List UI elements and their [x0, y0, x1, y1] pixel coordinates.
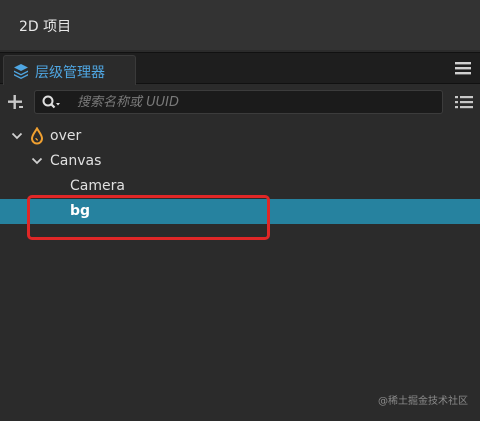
tree-node-over[interactable]: over [0, 124, 480, 149]
list-view-icon[interactable] [454, 93, 474, 111]
tab-hierarchy[interactable]: 层级管理器 [3, 55, 136, 85]
chevron-down-icon[interactable] [31, 156, 43, 166]
tree-node-label: Camera [70, 178, 125, 194]
tree-node-label: Canvas [50, 153, 102, 169]
hierarchy-toolbar [0, 85, 480, 119]
add-node-icon[interactable] [6, 93, 24, 111]
watermark: @稀土掘金技术社区 [378, 396, 468, 407]
tab-label: 层级管理器 [35, 65, 105, 81]
tree-node-label: over [50, 128, 82, 144]
layers-icon [14, 64, 28, 79]
annotation-highlight-box [27, 195, 270, 240]
search-icon[interactable] [41, 94, 63, 110]
window-title: 2D 项目 [19, 19, 72, 35]
search-input[interactable] [77, 92, 437, 112]
panel-tabbar: 层级管理器 [0, 52, 480, 85]
window-titlebar: 2D 项目 [0, 0, 480, 50]
search-box[interactable] [34, 90, 443, 114]
chevron-down-icon[interactable] [11, 131, 23, 141]
hamburger-menu-icon[interactable] [454, 60, 472, 76]
scene-drop-icon [30, 127, 44, 145]
tree-node-canvas[interactable]: Canvas [0, 149, 480, 174]
